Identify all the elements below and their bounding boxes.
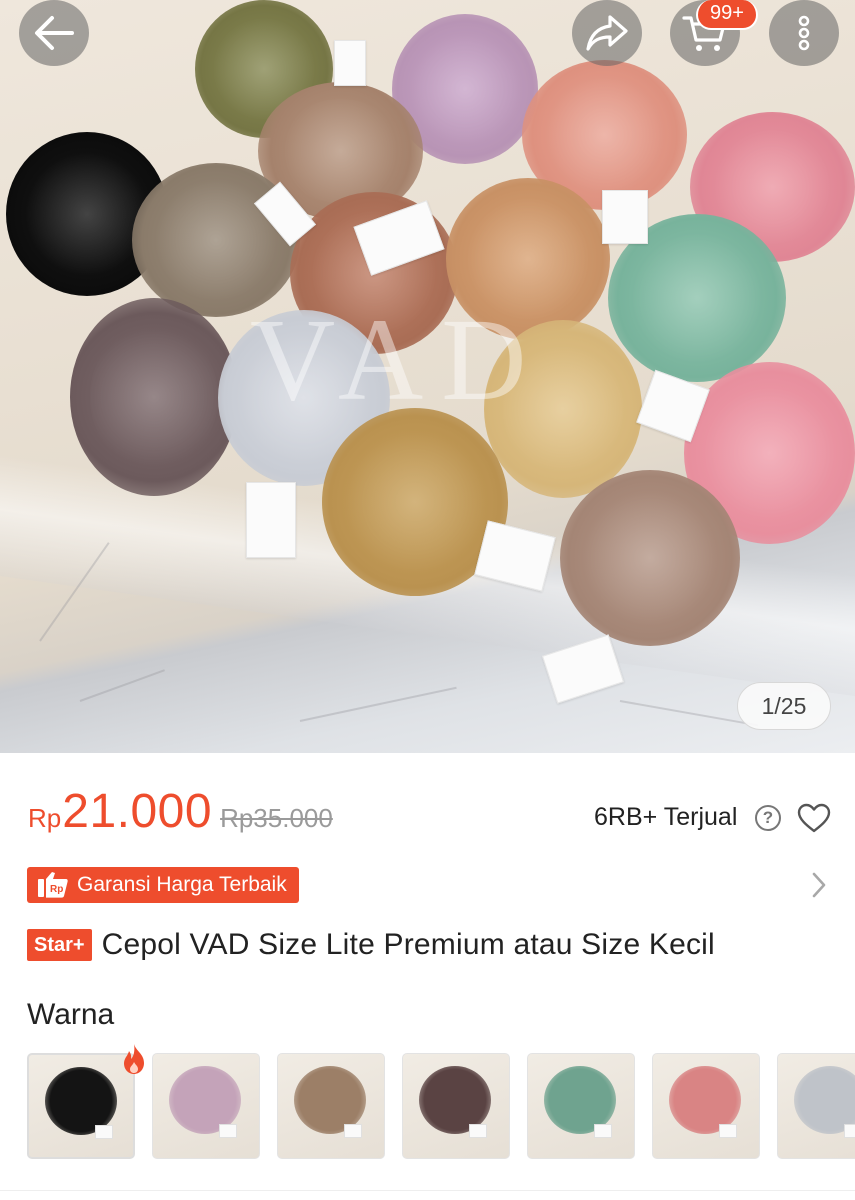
price-guarantee-icon: Rp	[38, 872, 68, 898]
cart-count-badge: 99+	[696, 0, 758, 30]
image-counter: 1/25	[737, 682, 831, 730]
product-tag	[344, 1124, 362, 1138]
variant-swatch[interactable]	[777, 1053, 855, 1159]
variant-swatch[interactable]	[652, 1053, 760, 1159]
image-watermark: VAD	[250, 294, 545, 425]
product-tag	[594, 1124, 612, 1138]
star-plus-badge: Star+	[27, 929, 92, 961]
sold-count: 6RB+ Terjual	[594, 803, 738, 831]
more-vertical-icon	[798, 15, 810, 51]
product-image-gallery[interactable]: VAD 99+ 1/25	[0, 0, 855, 753]
price-original: Rp35.000	[220, 803, 333, 833]
variant-swatch[interactable]	[27, 1053, 135, 1159]
variant-label: Warna	[27, 998, 115, 1031]
chevron-right-icon[interactable]	[808, 870, 830, 900]
product-tag	[334, 40, 366, 86]
svg-text:Rp: Rp	[50, 884, 63, 895]
guarantee-label: Garansi Harga Terbaik	[77, 873, 287, 896]
best-price-guarantee-badge[interactable]: Rp Garansi Harga Terbaik	[27, 867, 299, 903]
variant-swatch-list	[27, 1053, 855, 1161]
variant-swatch[interactable]	[402, 1053, 510, 1159]
more-button[interactable]	[769, 0, 839, 66]
price-current: 21.000	[62, 785, 213, 838]
price-row: Rp 21.000 Rp35.000	[28, 784, 333, 840]
variant-swatch[interactable]	[152, 1053, 260, 1159]
back-button[interactable]	[19, 0, 89, 66]
puff-mocha	[560, 470, 740, 646]
price-currency: Rp	[28, 803, 62, 833]
product-tag	[469, 1124, 487, 1138]
marble-vein	[299, 686, 457, 722]
product-title: Cepol VAD Size Lite Premium atau Size Ke…	[101, 928, 715, 961]
product-title-row: Star+ Cepol VAD Size Lite Premium atau S…	[27, 928, 715, 962]
share-icon	[586, 15, 628, 51]
marble-vein	[79, 669, 165, 702]
product-tag	[602, 190, 648, 244]
section-divider	[0, 1190, 855, 1191]
product-tag	[844, 1124, 855, 1138]
help-icon[interactable]: ?	[755, 805, 781, 831]
variant-swatch[interactable]	[277, 1053, 385, 1159]
product-tag	[219, 1124, 237, 1138]
puff-mauve	[70, 298, 238, 496]
product-tag	[719, 1124, 737, 1138]
product-tag	[95, 1125, 113, 1139]
arrow-left-icon	[35, 16, 74, 50]
product-tag	[246, 482, 296, 558]
fire-icon	[124, 1044, 144, 1074]
heart-icon[interactable]	[797, 803, 831, 833]
variant-swatch[interactable]	[527, 1053, 635, 1159]
share-button[interactable]	[572, 0, 642, 66]
